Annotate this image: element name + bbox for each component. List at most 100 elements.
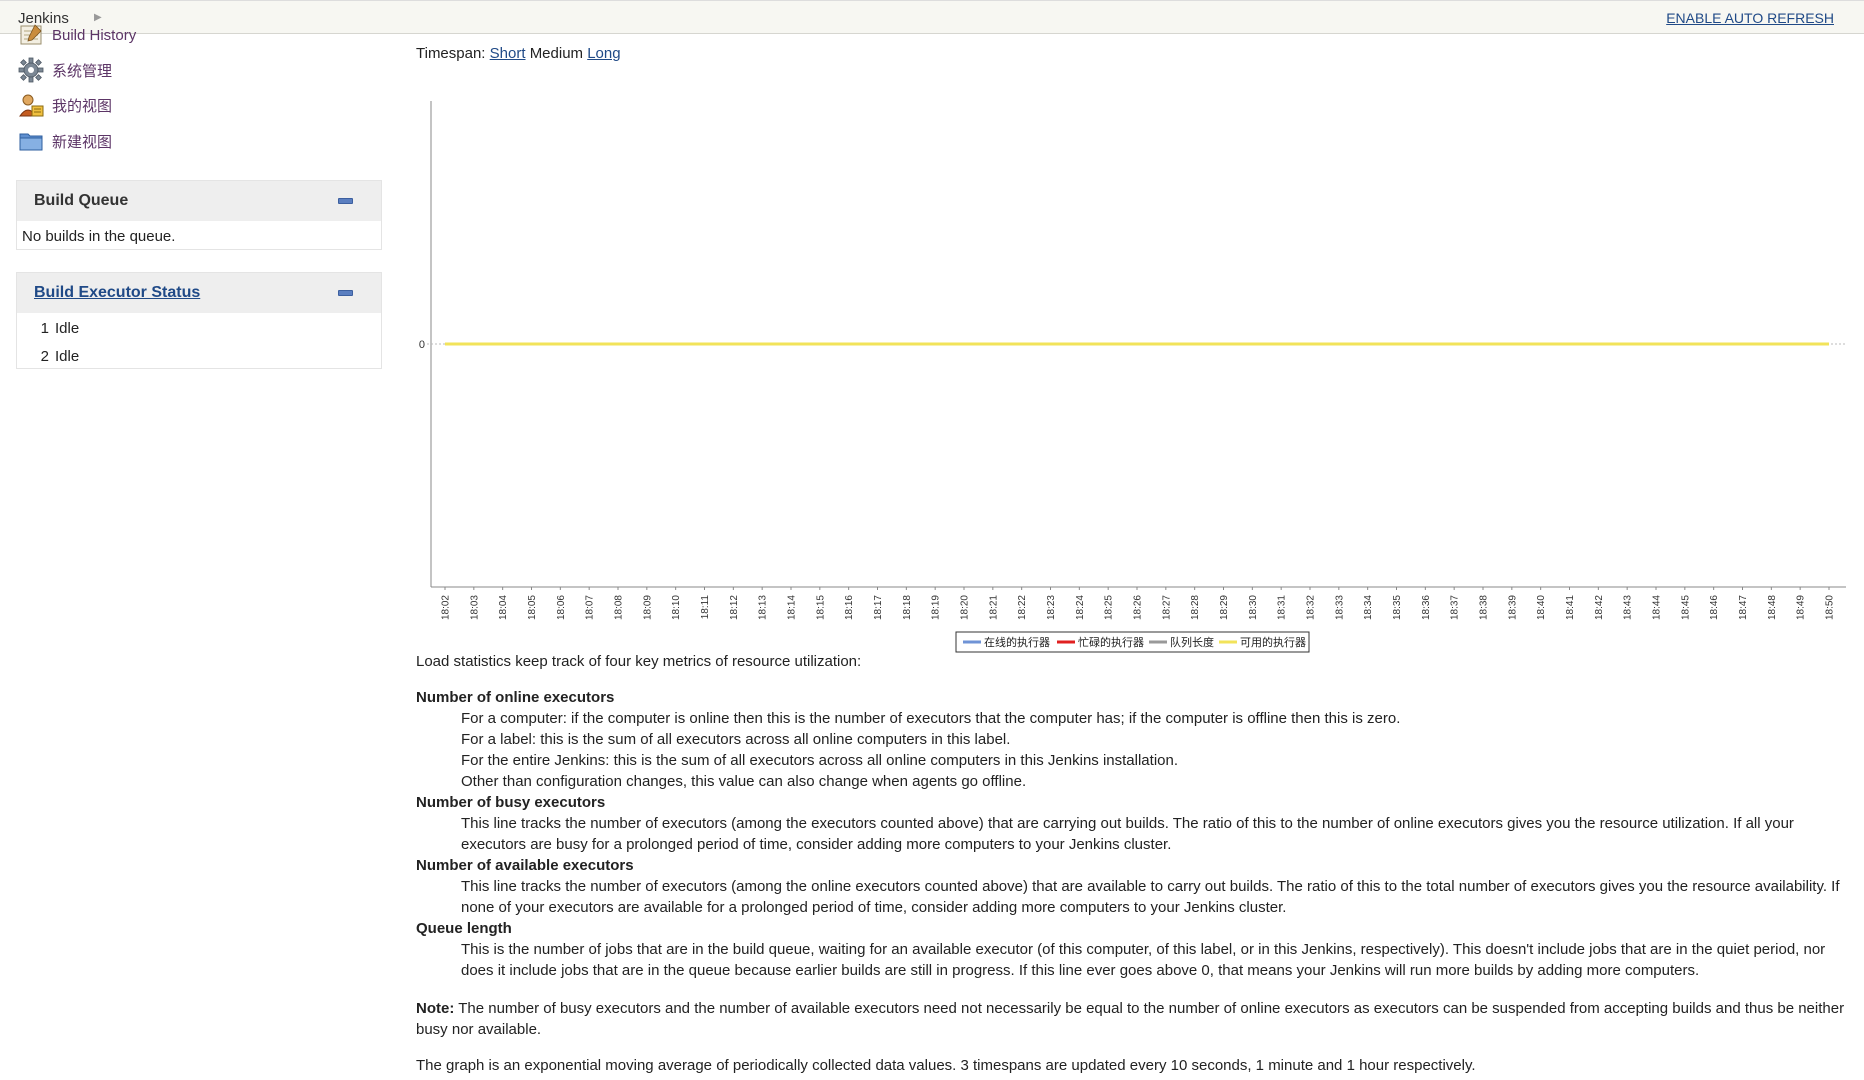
timespan-selector: Timespan: Short Medium Long bbox=[416, 45, 621, 62]
x-tick-label: 18:29 bbox=[1219, 595, 1230, 620]
x-tick-label: 18:50 bbox=[1825, 595, 1836, 620]
legend-label: 在线的执行器 bbox=[984, 635, 1050, 649]
x-tick-label: 18:33 bbox=[1334, 595, 1345, 620]
executor-status: Idle bbox=[55, 348, 80, 365]
x-tick-label: 18:39 bbox=[1507, 595, 1518, 620]
x-tick-label: 18:13 bbox=[758, 595, 769, 620]
description-intro: Load statistics keep track of four key m… bbox=[416, 653, 862, 670]
task-build-history[interactable]: Build History bbox=[18, 22, 136, 48]
x-tick-label: 18:06 bbox=[556, 595, 567, 620]
online-executors-line: For a label: this is the sum of all exec… bbox=[461, 731, 1011, 748]
build-queue-empty-text: No builds in the queue. bbox=[22, 228, 176, 245]
timespan-label: Timespan: bbox=[416, 45, 486, 62]
x-tick-label: 18:40 bbox=[1536, 595, 1547, 620]
footer-text: The graph is an exponential moving avera… bbox=[416, 1057, 1476, 1074]
breadcrumb: Jenkins ▶ ENABLE AUTO REFRESH bbox=[0, 0, 1864, 34]
timespan-short-link[interactable]: Short bbox=[490, 45, 526, 62]
online-executors-line: Other than configuration changes, this v… bbox=[461, 773, 1027, 790]
x-tick-label: 18:18 bbox=[902, 595, 913, 620]
note-text: The number of busy executors and the num… bbox=[416, 1000, 1845, 1038]
x-tick-label: 18:17 bbox=[873, 595, 884, 620]
x-tick-label: 18:38 bbox=[1479, 595, 1490, 620]
x-tick-label: 18:16 bbox=[844, 595, 855, 620]
x-tick-label: 18:04 bbox=[498, 595, 509, 620]
legend-label: 可用的执行器 bbox=[1240, 635, 1306, 649]
executor-row: 1 Idle bbox=[17, 315, 381, 343]
x-tick-label: 18:45 bbox=[1680, 595, 1691, 620]
enable-auto-refresh-link[interactable]: ENABLE AUTO REFRESH bbox=[1666, 10, 1834, 26]
task-my-views[interactable]: 我的视图 bbox=[18, 92, 112, 118]
legend-label: 队列长度 bbox=[1170, 635, 1214, 649]
x-tick-label: 18:07 bbox=[585, 595, 596, 620]
x-tick-label: 18:31 bbox=[1277, 595, 1288, 620]
x-tick-label: 18:23 bbox=[1046, 595, 1057, 620]
task-manage-jenkins[interactable]: 系统管理 bbox=[18, 57, 112, 83]
executor-status-pane: Build Executor Status 1 Idle 2 Idle bbox=[16, 272, 382, 369]
executor-status: Idle bbox=[55, 320, 80, 337]
user-views-icon bbox=[18, 92, 44, 118]
executor-list: 1 Idle 2 Idle bbox=[17, 313, 381, 371]
build-queue-body: No builds in the queue. bbox=[17, 221, 381, 245]
x-tick-label: 18:08 bbox=[614, 595, 625, 620]
available-executors-title: Number of available executors bbox=[416, 857, 634, 874]
x-tick-label: 18:30 bbox=[1248, 595, 1259, 620]
timespan-long-link[interactable]: Long bbox=[587, 45, 620, 62]
x-tick-label: 18:15 bbox=[815, 595, 826, 620]
available-executors-text: This line tracks the number of executors… bbox=[461, 878, 1840, 916]
note-label: Note: bbox=[416, 1000, 455, 1017]
x-tick-label: 18:19 bbox=[931, 595, 942, 620]
x-tick-label: 18:47 bbox=[1738, 595, 1749, 620]
x-tick-label: 18:26 bbox=[1133, 595, 1144, 620]
gear-icon bbox=[18, 57, 44, 83]
collapse-icon[interactable] bbox=[338, 198, 353, 204]
load-statistics-chart: 0 18:02 18:03 18:04 18:05 18:06 18:07 18:08 18:0… bbox=[419, 101, 1846, 653]
new-view-link[interactable]: 新建视图 bbox=[52, 131, 112, 152]
y-tick-label: 0 bbox=[419, 339, 425, 351]
executor-number: 2 bbox=[40, 348, 49, 365]
x-tick-label: 18:11 bbox=[700, 595, 711, 620]
x-tick-label: 18:32 bbox=[1306, 595, 1317, 620]
x-tick-label: 18:05 bbox=[527, 595, 538, 620]
queue-length-title: Queue length bbox=[416, 920, 512, 937]
task-new-view[interactable]: 新建视图 bbox=[18, 128, 112, 154]
x-tick-label: 18:36 bbox=[1421, 595, 1432, 620]
x-tick-label: 18:24 bbox=[1075, 595, 1086, 620]
build-history-link[interactable]: Build History bbox=[52, 27, 136, 44]
collapse-icon[interactable] bbox=[338, 290, 353, 296]
folder-icon bbox=[18, 128, 44, 154]
x-tick-label: 18:41 bbox=[1565, 595, 1576, 620]
x-tick-label: 18:34 bbox=[1363, 595, 1374, 620]
timespan-medium-current: Medium bbox=[529, 45, 584, 62]
x-tick-label: 18:21 bbox=[988, 595, 999, 620]
x-tick-label: 18:03 bbox=[469, 595, 480, 620]
notepad-icon bbox=[18, 22, 44, 48]
x-tick-label: 18:20 bbox=[960, 595, 971, 620]
build-queue-title: Build Queue bbox=[34, 192, 129, 209]
x-tick-label: 18:46 bbox=[1709, 595, 1720, 620]
executor-status-header: Build Executor Status bbox=[17, 273, 381, 313]
x-tick-label: 18:02 bbox=[441, 595, 452, 620]
x-tick-label: 18:43 bbox=[1623, 595, 1634, 620]
queue-length-text: This is the number of jobs that are in t… bbox=[461, 941, 1826, 979]
x-tick-label: 18:48 bbox=[1767, 595, 1778, 620]
manage-jenkins-link[interactable]: 系统管理 bbox=[52, 60, 112, 81]
x-tick-label: 18:42 bbox=[1594, 595, 1605, 620]
x-tick-label: 18:35 bbox=[1392, 595, 1403, 620]
x-tick-label: 18:25 bbox=[1104, 595, 1115, 620]
x-tick-label: 18:09 bbox=[642, 595, 653, 620]
busy-executors-text: This line tracks the number of executors… bbox=[461, 815, 1794, 853]
my-views-link[interactable]: 我的视图 bbox=[52, 95, 112, 116]
busy-executors-title: Number of busy executors bbox=[416, 794, 606, 811]
x-tick-label: 18:44 bbox=[1652, 595, 1663, 620]
x-tick-label: 18:49 bbox=[1796, 595, 1807, 620]
metrics-definitions: Number of online executors For a compute… bbox=[416, 687, 1856, 981]
executor-status-title-link[interactable]: Build Executor Status bbox=[34, 284, 200, 302]
note-paragraph: Note: The number of busy executors and t… bbox=[416, 998, 1856, 1040]
online-executors-title: Number of online executors bbox=[416, 689, 615, 706]
x-tick-label: 18:22 bbox=[1017, 595, 1028, 620]
x-tick-label: 18:27 bbox=[1161, 595, 1172, 620]
x-tick-label: 18:14 bbox=[787, 595, 798, 620]
x-tick-label: 18:12 bbox=[729, 595, 740, 620]
build-queue-pane: Build Queue No builds in the queue. bbox=[16, 180, 382, 250]
online-executors-line: For the entire Jenkins: this is the sum … bbox=[461, 752, 1178, 769]
